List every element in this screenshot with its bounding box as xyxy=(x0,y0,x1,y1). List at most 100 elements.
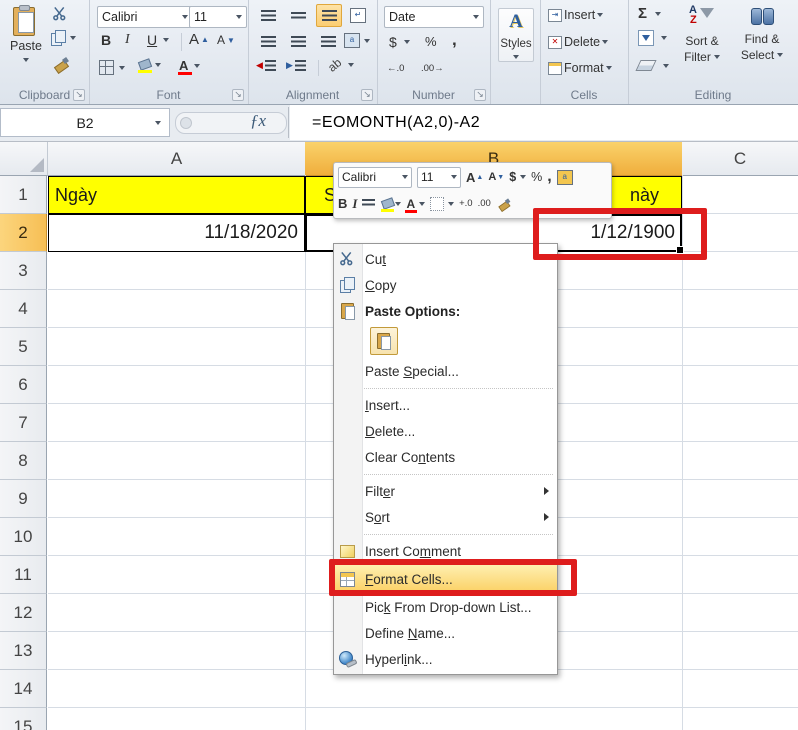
cell-a1[interactable]: Ngày xyxy=(48,176,305,214)
fill-button[interactable] xyxy=(638,30,667,46)
top-align-button[interactable] xyxy=(256,5,280,26)
row-header-5[interactable]: 5 xyxy=(0,328,47,366)
menu-item-define-name[interactable]: Define Name... xyxy=(334,620,557,646)
decrease-decimal-button[interactable]: .00→ xyxy=(421,63,444,74)
number-dialog-launcher[interactable]: ↘ xyxy=(474,89,486,101)
menu-item-paste-options[interactable]: Paste Options: xyxy=(334,298,557,324)
styles-button[interactable]: A Styles xyxy=(498,8,534,62)
comma-style-button[interactable]: , xyxy=(452,30,457,50)
menu-item-pick-from-dropdown-list[interactable]: Pick From Drop-down List... xyxy=(334,594,557,620)
fill-color-button[interactable] xyxy=(137,58,161,73)
orientation-button[interactable]: ab xyxy=(325,55,355,75)
number-format-combo[interactable]: Date xyxy=(384,6,484,28)
sort-filter-button[interactable]: AZ Sort & Filter xyxy=(676,4,728,64)
align-left-button[interactable] xyxy=(256,31,280,52)
bold-button[interactable]: B xyxy=(101,32,111,48)
wrap-text-button[interactable]: ↵ xyxy=(346,5,370,26)
mini-font-name-combo[interactable]: Calibri xyxy=(338,166,412,188)
alignment-dialog-launcher[interactable]: ↘ xyxy=(361,89,373,101)
row-header-12[interactable]: 12 xyxy=(0,594,47,632)
menu-item-label: Copy xyxy=(365,277,397,293)
shrink-font-button[interactable]: A ▼ xyxy=(217,33,235,47)
row-header-14[interactable]: 14 xyxy=(0,670,47,708)
row-header-15[interactable]: 15 xyxy=(0,708,47,730)
menu-item-insert[interactable]: Insert... xyxy=(334,392,557,418)
align-right-button[interactable] xyxy=(316,31,340,52)
mini-merge-button[interactable]: a xyxy=(556,169,573,185)
menu-item-cut[interactable]: Cut xyxy=(334,246,557,272)
clipboard-dialog-launcher[interactable]: ↘ xyxy=(73,89,85,101)
mini-center-button[interactable] xyxy=(362,199,376,209)
mini-borders-button[interactable] xyxy=(430,196,455,211)
row-header-2[interactable]: 2 xyxy=(0,214,47,252)
format-painter-button[interactable] xyxy=(53,56,69,72)
scissors-icon xyxy=(52,6,70,22)
row-header-13[interactable]: 13 xyxy=(0,632,47,670)
accounting-format-button[interactable]: $ xyxy=(389,34,410,50)
mini-decrease-decimal-button[interactable]: .00 xyxy=(478,198,491,209)
menu-item-paste-special[interactable]: Paste Special... xyxy=(334,358,557,384)
menu-item-filter[interactable]: Filter xyxy=(334,478,557,504)
mini-grow-font-button[interactable]: A ▲ xyxy=(466,170,483,185)
row-header-4[interactable]: 4 xyxy=(0,290,47,328)
select-all-corner[interactable] xyxy=(0,142,48,176)
cut-button[interactable] xyxy=(52,6,70,22)
mini-increase-decimal-button[interactable]: +.0 xyxy=(459,198,472,209)
row-header-6[interactable]: 6 xyxy=(0,366,47,404)
mini-font-color-button[interactable]: A xyxy=(405,197,426,213)
percent-style-button[interactable]: % xyxy=(425,34,437,49)
middle-align-button[interactable] xyxy=(286,5,310,26)
paste-button[interactable]: Paste xyxy=(10,5,42,62)
column-header-a[interactable]: A xyxy=(48,142,306,176)
column-header-c[interactable]: C xyxy=(682,142,798,176)
font-color-button[interactable]: A xyxy=(178,58,201,75)
menu-item-hyperlink[interactable]: Hyperlink... xyxy=(334,646,557,672)
autosum-button[interactable]: Σ xyxy=(638,5,662,22)
fx-icon[interactable]: ƒx xyxy=(250,111,266,131)
paste-option-swatch[interactable] xyxy=(370,327,398,355)
mini-format-painter-button[interactable] xyxy=(496,196,512,212)
row-header-3[interactable]: 3 xyxy=(0,252,47,290)
center-button[interactable] xyxy=(286,31,310,52)
mini-comma-button[interactable]: , xyxy=(547,168,551,186)
merge-center-button[interactable]: a xyxy=(344,33,370,48)
increase-decimal-button[interactable]: ←.0 xyxy=(387,63,404,74)
grow-font-button[interactable]: A ▲ xyxy=(189,31,209,48)
menu-item-delete[interactable]: Delete... xyxy=(334,418,557,444)
delete-cells-button[interactable]: ✕ Delete xyxy=(548,35,609,49)
mini-bold-button[interactable]: B xyxy=(338,196,347,211)
italic-button[interactable]: I xyxy=(125,32,130,48)
find-select-button[interactable]: Find & Select xyxy=(734,6,790,62)
increase-indent-button[interactable]: ▶ xyxy=(286,60,306,71)
mini-shrink-font-button[interactable]: A ▼ xyxy=(488,171,504,183)
row-header-11[interactable]: 11 xyxy=(0,556,47,594)
mini-accounting-button[interactable]: $ xyxy=(509,170,527,184)
copy-button[interactable] xyxy=(50,30,76,46)
bottom-align-button[interactable] xyxy=(316,4,342,27)
underline-button[interactable]: U xyxy=(147,32,170,48)
menu-item-clear-contents[interactable]: Clear Contents xyxy=(334,444,557,470)
row-header-7[interactable]: 7 xyxy=(0,404,47,442)
format-cells-ribbon-button[interactable]: Format xyxy=(548,61,612,75)
font-dialog-launcher[interactable]: ↘ xyxy=(232,89,244,101)
mini-fill-color-button[interactable] xyxy=(380,197,402,212)
clear-button[interactable] xyxy=(635,60,669,71)
row-header-8[interactable]: 8 xyxy=(0,442,47,480)
decrease-indent-button[interactable]: ◀ xyxy=(256,60,276,71)
mini-font-size-combo[interactable]: 11 xyxy=(417,166,461,188)
menu-item-label: Insert Comment xyxy=(365,543,462,559)
menu-item-sort[interactable]: Sort xyxy=(334,504,557,530)
row-header-10[interactable]: 10 xyxy=(0,518,47,556)
row-header-9[interactable]: 9 xyxy=(0,480,47,518)
borders-button[interactable] xyxy=(99,60,125,75)
mini-percent-button[interactable]: % xyxy=(531,170,542,184)
mini-italic-button[interactable]: I xyxy=(352,196,357,212)
name-box[interactable]: B2 xyxy=(0,108,170,137)
formula-input[interactable]: =EOMONTH(A2,0)-A2 xyxy=(290,105,798,140)
font-name-combo[interactable]: Calibri xyxy=(97,6,193,28)
row-header-1[interactable]: 1 xyxy=(0,176,47,214)
font-size-combo[interactable]: 11 xyxy=(189,6,247,28)
menu-item-copy[interactable]: Copy xyxy=(334,272,557,298)
insert-cells-button[interactable]: ⇥ Insert xyxy=(548,8,604,22)
cell-a2[interactable]: 11/18/2020 xyxy=(48,214,305,252)
